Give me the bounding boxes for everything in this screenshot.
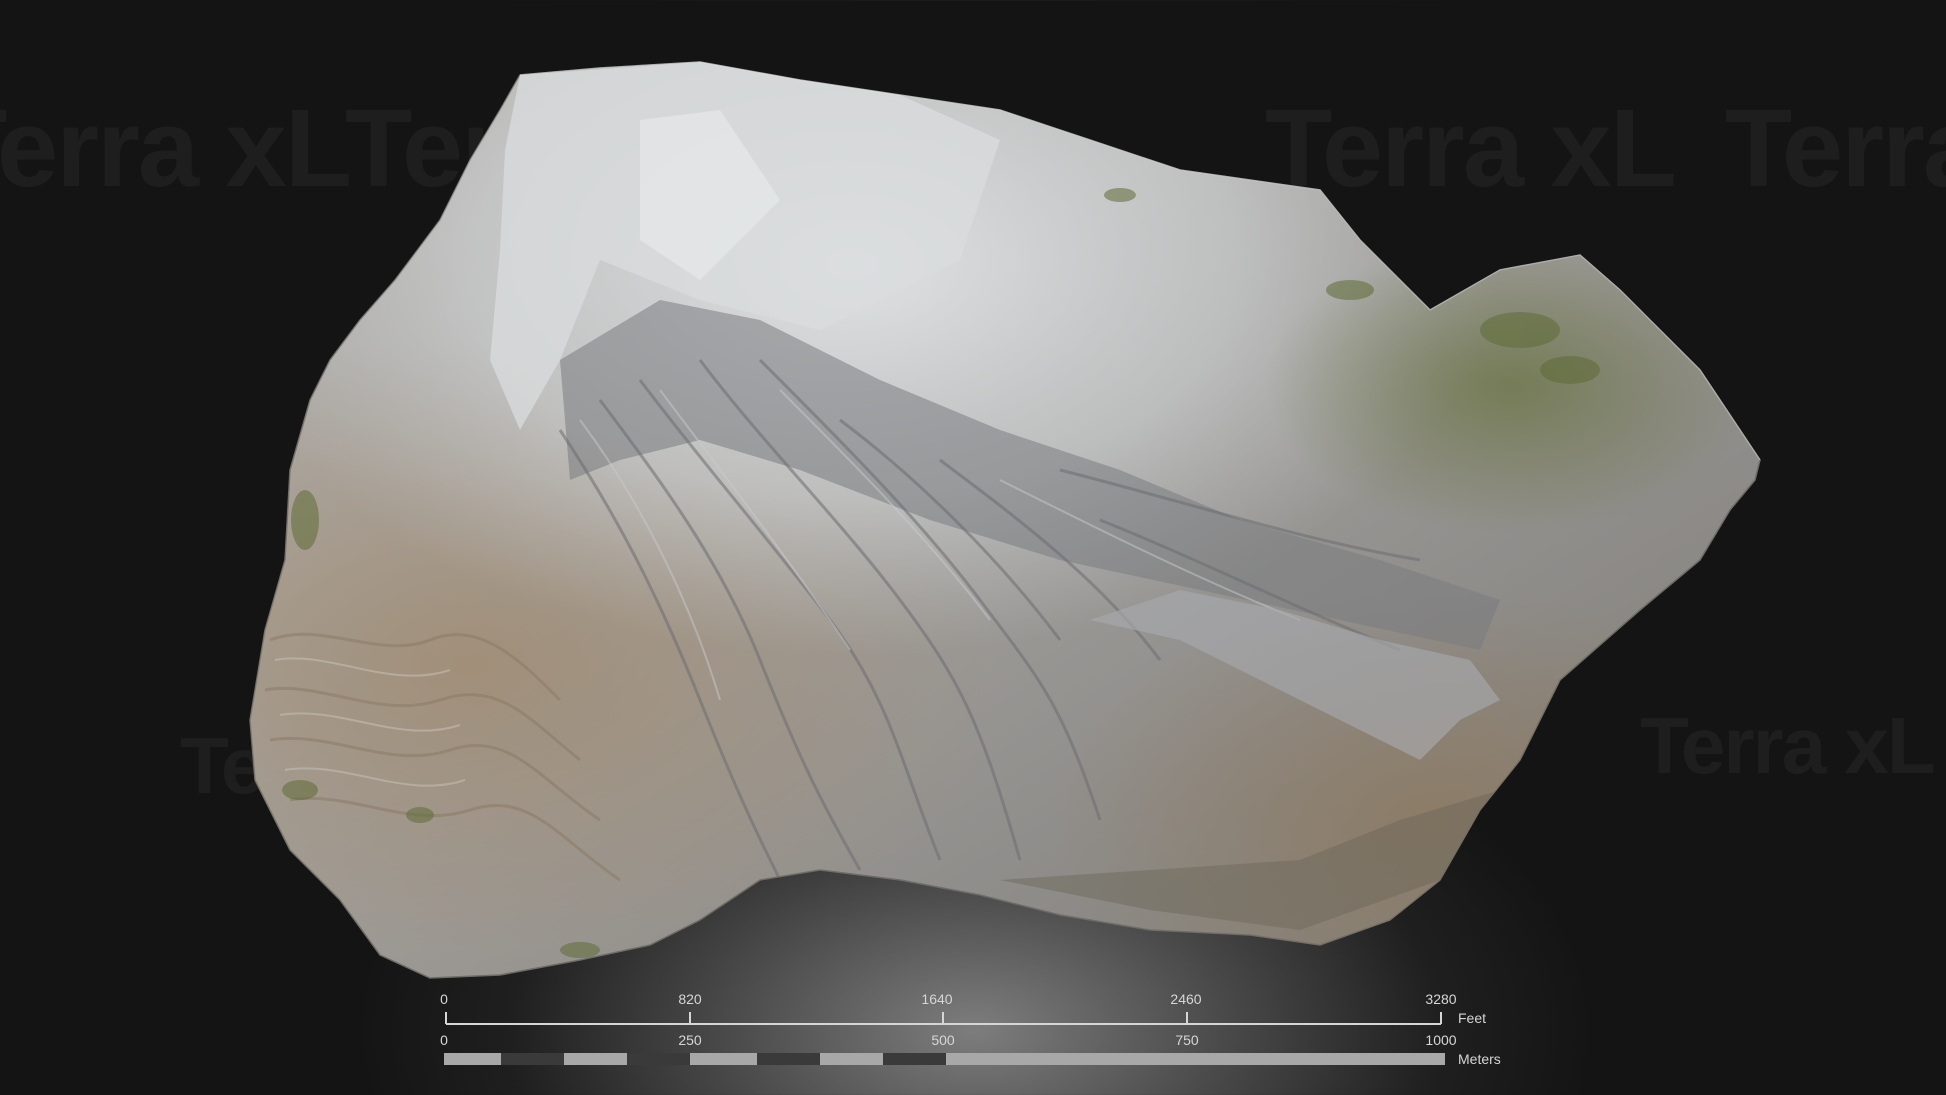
- rock-surface-detail: [250, 62, 1760, 978]
- terrain-model[interactable]: [0, 0, 1946, 1095]
- model-viewport[interactable]: Terra xL Terra xL Terra xL Terra xL Terr…: [0, 0, 1946, 1095]
